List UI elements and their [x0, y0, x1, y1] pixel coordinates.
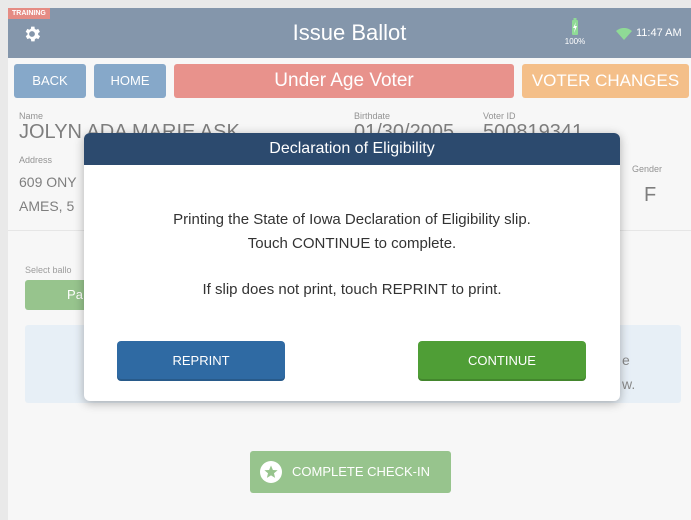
- continue-button[interactable]: CONTINUE: [418, 341, 586, 381]
- reprint-button[interactable]: REPRINT: [117, 341, 285, 381]
- dialog-message: Printing the State of Iowa Declaration o…: [173, 211, 531, 228]
- screen: TRAINING Issue Ballot 100% 11:47 AM BACK…: [8, 8, 691, 520]
- dialog-title: Declaration of Eligibility: [84, 133, 620, 165]
- dialog-message: If slip does not print, touch REPRINT to…: [202, 281, 502, 298]
- dialog-message: Touch CONTINUE to complete.: [247, 235, 457, 252]
- declaration-dialog: Declaration of Eligibility Printing the …: [84, 133, 620, 401]
